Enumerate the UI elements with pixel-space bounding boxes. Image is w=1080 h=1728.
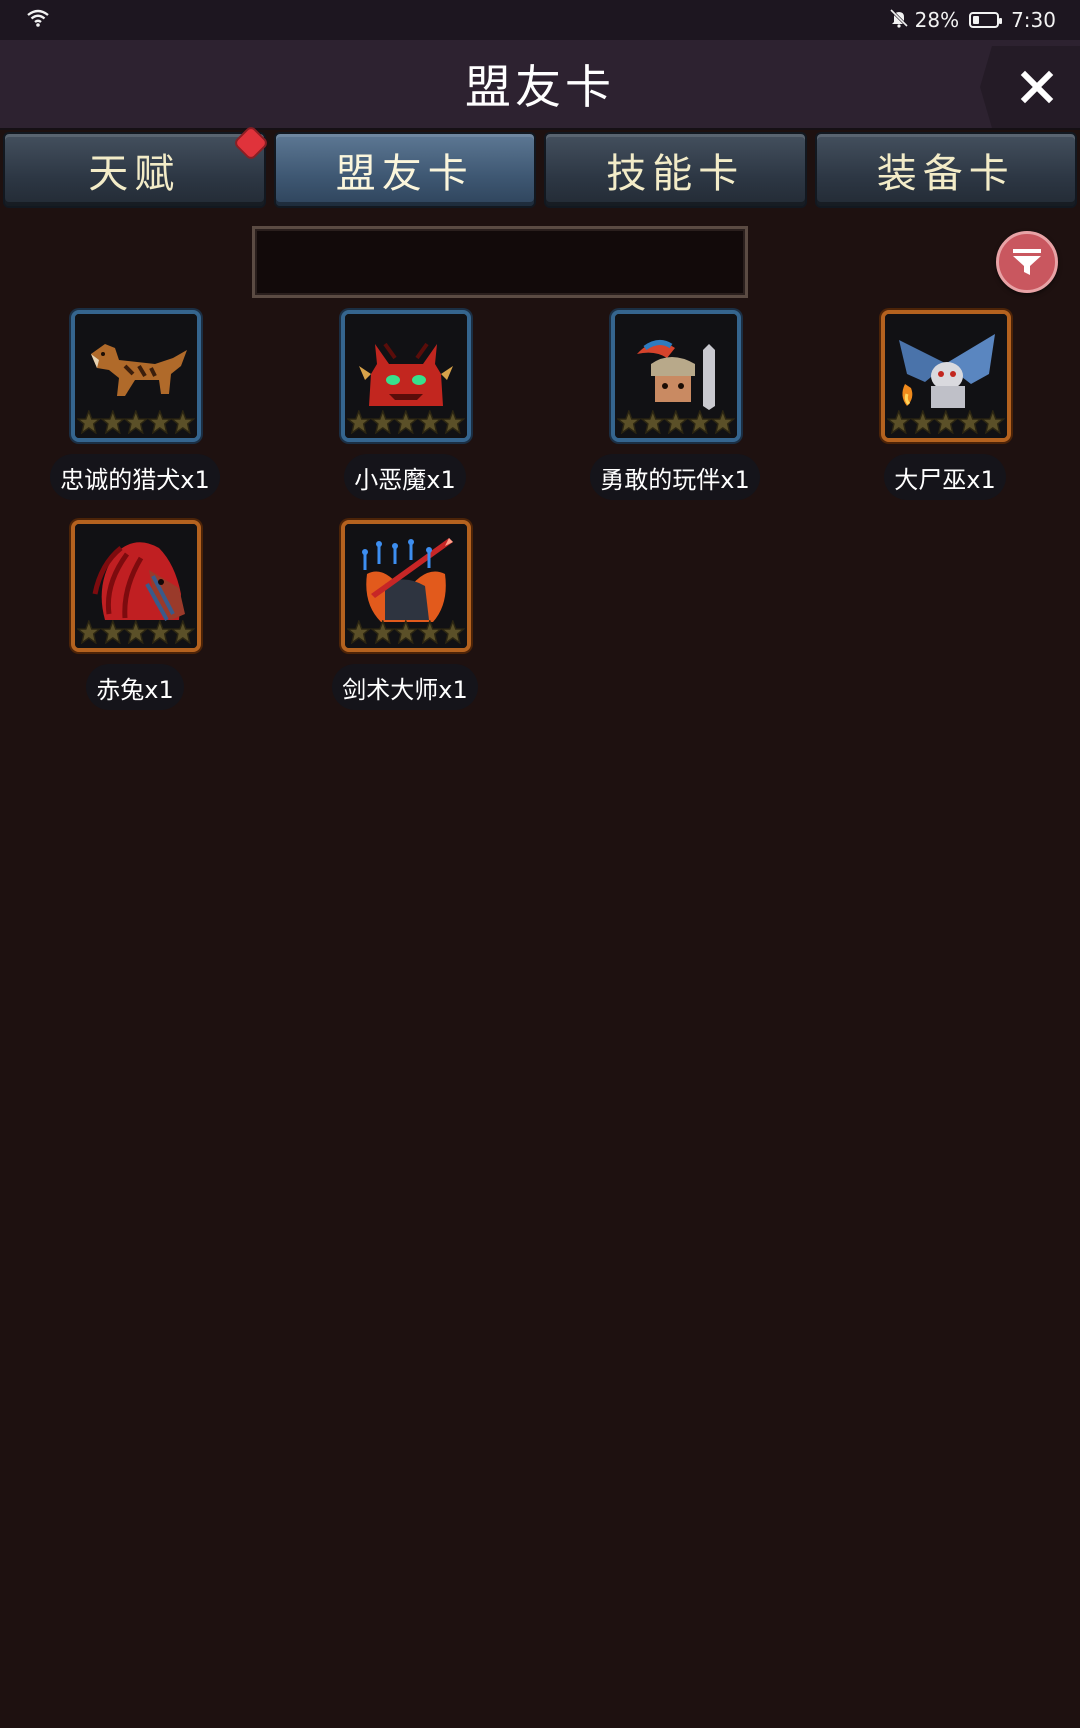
tab-ally-cards-label: 盟友卡 (335, 151, 474, 197)
header-bar: 盟友卡 (0, 40, 1080, 130)
star-icon (77, 620, 101, 644)
status-time: 7:30 (1011, 8, 1056, 32)
card-label: 大尸巫x1 (845, 454, 1045, 500)
star-icon (934, 410, 958, 434)
star-icon (687, 410, 712, 434)
card-name: 赤兔x1 (86, 664, 184, 710)
star-rating (347, 620, 465, 646)
bell-off-icon (889, 8, 909, 33)
close-button[interactable] (980, 46, 1080, 128)
card-frame (611, 310, 741, 442)
star-icon (124, 620, 148, 644)
status-bar: 28% 7:30 (0, 0, 1080, 40)
star-icon (171, 620, 195, 644)
wifi-icon (26, 8, 50, 33)
star-icon (394, 620, 418, 644)
card-label: 勇敢的玩伴x1 (575, 454, 775, 500)
star-icon (394, 410, 418, 434)
card-name: 忠诚的猎犬x1 (50, 454, 220, 500)
star-icon (171, 410, 195, 434)
card-imp[interactable]: 小恶魔x1 (305, 310, 505, 500)
star-icon (957, 410, 982, 434)
star-rating (77, 620, 195, 646)
star-icon (640, 410, 665, 434)
status-right: 28% 7:30 (889, 8, 1056, 33)
tab-talent-label: 天赋 (88, 151, 181, 197)
card-label: 赤兔x1 (35, 664, 235, 710)
card-name: 勇敢的玩伴x1 (590, 454, 760, 500)
star-icon (910, 410, 935, 434)
card-name: 小恶魔x1 (344, 454, 466, 500)
filter-icon (1013, 249, 1041, 275)
star-icon (147, 620, 172, 644)
star-icon (370, 410, 395, 434)
star-rating (77, 410, 195, 436)
card-label: 忠诚的猎犬x1 (35, 454, 235, 500)
star-icon (617, 410, 641, 434)
page-title: 盟友卡 (465, 60, 615, 114)
star-rating (347, 410, 465, 436)
star-icon (124, 410, 148, 434)
tab-talent[interactable]: 天赋 (3, 127, 267, 208)
filter-button[interactable] (996, 231, 1058, 293)
card-great-lich[interactable]: 大尸巫x1 (845, 310, 1045, 500)
star-icon (100, 620, 125, 644)
star-icon (664, 410, 688, 434)
star-icon (441, 620, 465, 644)
battery-percent: 28% (914, 8, 960, 32)
tab-skill-cards-label: 技能卡 (606, 151, 745, 197)
card-brave-companion[interactable]: 勇敢的玩伴x1 (575, 310, 775, 500)
tab-equipment-cards[interactable]: 装备卡 (814, 132, 1077, 208)
battery-fill (973, 16, 980, 24)
tab-equipment-cards-label: 装备卡 (876, 151, 1015, 197)
card-name: 剑术大师x1 (332, 664, 478, 710)
card-label: 小恶魔x1 (305, 454, 505, 500)
star-icon (100, 410, 125, 434)
star-icon (441, 410, 465, 434)
star-icon (147, 410, 172, 434)
card-red-hare[interactable]: 赤兔x1 (35, 520, 235, 710)
card-label: 剑术大师x1 (305, 664, 505, 710)
card-loyal-hound[interactable]: 忠诚的猎犬x1 (35, 310, 235, 500)
notification-badge (234, 127, 267, 159)
star-icon (77, 410, 101, 434)
star-icon (711, 410, 735, 434)
card-frame (881, 310, 1011, 442)
star-icon (887, 410, 911, 434)
star-icon (417, 410, 442, 434)
star-icon (417, 620, 442, 644)
star-icon (347, 410, 371, 434)
tab-bar: 天赋 盟友卡 技能卡 装备卡 (0, 127, 1080, 208)
battery-icon (969, 12, 1003, 28)
star-rating (617, 410, 735, 436)
card-name: 大尸巫x1 (884, 454, 1006, 500)
star-icon (981, 410, 1005, 434)
star-icon (347, 620, 371, 644)
card-frame (71, 520, 201, 652)
card-frame (71, 310, 201, 442)
star-icon (370, 620, 395, 644)
card-swordmaster[interactable]: 剑术大师x1 (305, 520, 505, 710)
search-input[interactable] (252, 226, 748, 298)
card-frame (341, 310, 471, 442)
close-icon (1020, 70, 1054, 104)
tab-skill-cards[interactable]: 技能卡 (544, 132, 807, 208)
star-rating (887, 410, 1005, 436)
tab-ally-cards[interactable]: 盟友卡 (273, 132, 536, 208)
card-frame (341, 520, 471, 652)
